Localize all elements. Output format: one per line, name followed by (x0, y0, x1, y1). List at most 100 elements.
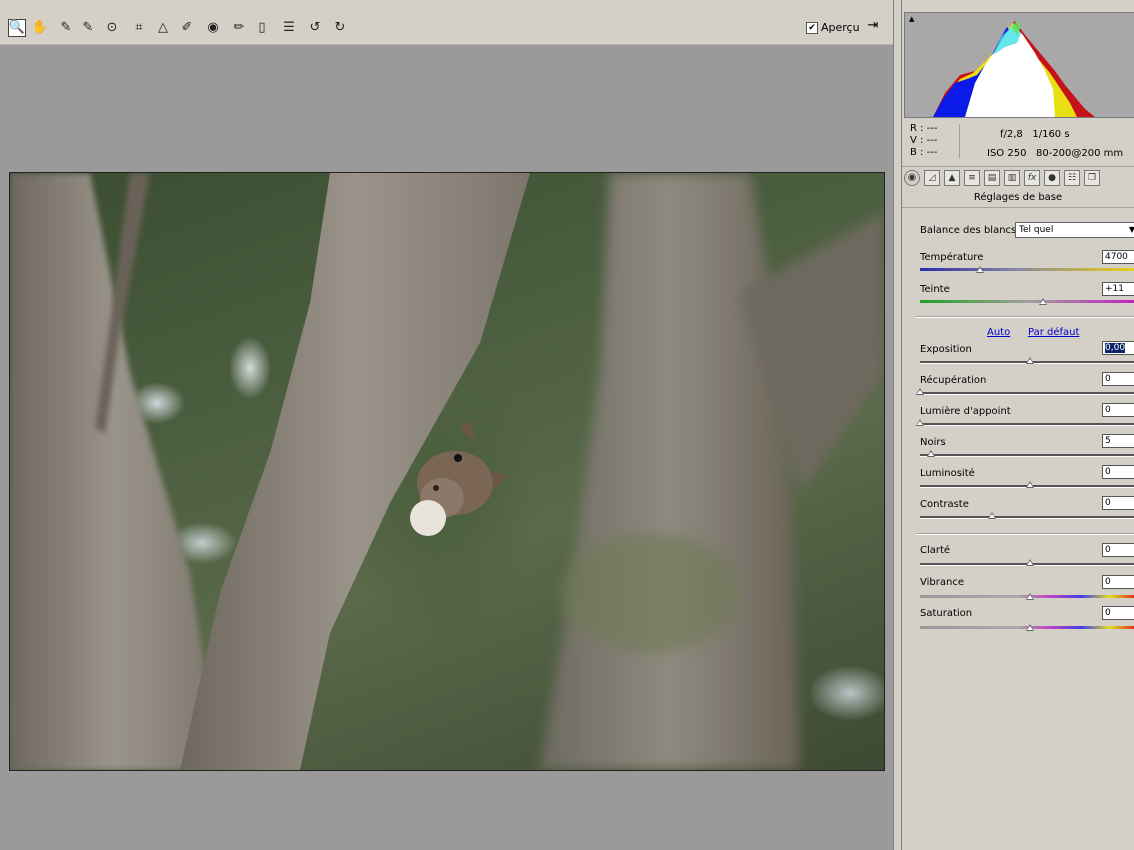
fill-light-thumb[interactable] (916, 419, 924, 426)
vibrance-label: Vibrance (920, 577, 964, 588)
blacks-slider[interactable] (920, 450, 1134, 457)
recovery-thumb[interactable] (916, 388, 924, 395)
tab-snapshots-icon[interactable]: ❐ (1084, 170, 1100, 186)
brightness-thumb[interactable] (1026, 481, 1034, 488)
iso-value: ISO 250 (987, 148, 1027, 159)
tint-thumb[interactable] (1039, 298, 1047, 305)
rotate-left-icon[interactable]: ↺ (306, 19, 324, 37)
fullscreen-icon[interactable]: ⇥ (864, 18, 882, 36)
exposure-field[interactable]: 0,00 (1102, 341, 1134, 355)
rgb-readout: R : --- V : --- B : --- (910, 123, 958, 159)
chevron-down-icon[interactable]: ▼ (1126, 222, 1134, 238)
saturation-field[interactable]: 0 (1102, 606, 1134, 620)
crop-icon[interactable]: ⌗ (130, 19, 148, 37)
readout-separator (959, 124, 960, 158)
contrast-slider[interactable] (920, 512, 1134, 519)
panel-divider[interactable] (893, 0, 902, 850)
r-readout: R : --- (910, 123, 938, 134)
b-readout: B : --- (910, 147, 938, 158)
photo-preview[interactable] (9, 172, 885, 771)
camera-info: f/2,8 1/160 s ISO 250 80-200@200 mm (974, 125, 1134, 163)
hand-icon[interactable]: ✋ (31, 19, 49, 37)
recovery-label: Récupération (920, 375, 987, 386)
lens-value: 80-200@200 mm (1035, 148, 1124, 159)
tab-hsl-icon[interactable]: ≡ (964, 170, 980, 186)
adjustment-brush-icon[interactable]: ✏ (230, 19, 248, 37)
graduated-filter-icon[interactable]: ▯ (253, 19, 271, 37)
blacks-field[interactable]: 5 (1102, 434, 1134, 448)
exposure-label: Exposition (920, 344, 972, 355)
clarity-label: Clarté (920, 545, 951, 556)
preview-label: Aperçu (821, 21, 860, 34)
histogram-graph (933, 21, 1095, 117)
tab-effects-icon[interactable]: fx (1024, 170, 1040, 186)
vibrance-slider[interactable] (920, 593, 1134, 600)
clarity-thumb[interactable] (1026, 559, 1034, 566)
contrast-label: Contraste (920, 499, 969, 510)
right-panel: ▲ R : --- V : --- B : --- f/2,8 1/160 s … (902, 0, 1134, 850)
red-eye-icon[interactable]: ◉ (204, 19, 222, 37)
wb-value: Tel quel (1019, 225, 1054, 235)
exposure-value: 0,00 (1105, 343, 1126, 353)
brightness-field[interactable]: 0 (1102, 465, 1134, 479)
aperture-value: f/2,8 (1000, 129, 1023, 140)
preview-checkbox[interactable]: ✔ (806, 22, 818, 34)
vibrance-field[interactable]: 0 (1102, 575, 1134, 589)
spot-removal-icon[interactable]: ✐ (178, 19, 196, 37)
exposure-slider[interactable] (920, 357, 1134, 364)
panel-tabs: ◉ ◿ ▲ ≡ ▤ ▥ fx ● ☷ ❐ (902, 166, 1134, 191)
toolbar: 🔍 ✋ ✎ ✎ ⊙ ⌗ △ ✐ ◉ ✏ ▯ ☰ ↺ ↻ ✔ Aperçu ⇥ (0, 0, 893, 45)
target-adjust-icon[interactable]: ⊙ (103, 19, 121, 37)
section-separator (916, 316, 1134, 318)
blacks-thumb[interactable] (927, 450, 935, 457)
tint-slider[interactable] (920, 298, 1134, 305)
brightness-slider[interactable] (920, 481, 1134, 488)
tab-presets-icon[interactable]: ☷ (1064, 170, 1080, 186)
panel-title: Réglages de base (973, 192, 1063, 203)
white-balance-select[interactable]: Tel quel ▼ (1015, 222, 1134, 238)
color-sampler-icon[interactable]: ✎ (79, 19, 97, 37)
temperature-thumb[interactable] (976, 266, 984, 273)
tint-label: Teinte (920, 284, 950, 295)
tab-camera-calibration-icon[interactable]: ● (1044, 170, 1060, 186)
clarity-field[interactable]: 0 (1102, 543, 1134, 557)
blacks-label: Noirs (920, 437, 946, 448)
rotate-right-icon[interactable]: ↻ (331, 19, 349, 37)
clarity-slider[interactable] (920, 559, 1134, 566)
brightness-label: Luminosité (920, 468, 975, 479)
tab-tone-curve-icon[interactable]: ◿ (924, 170, 940, 186)
tab-basic-icon[interactable]: ◉ (904, 170, 920, 186)
recovery-field[interactable]: 0 (1102, 372, 1134, 386)
wb-label: Balance des blancs : (920, 225, 1023, 236)
v-readout: V : --- (910, 135, 938, 146)
shutter-value: 1/160 s (1032, 129, 1070, 140)
histogram: ▲ (904, 12, 1134, 118)
section-separator (916, 533, 1134, 535)
white-balance-icon[interactable]: ✎ (57, 19, 75, 37)
temperature-field[interactable]: 4700 (1102, 250, 1134, 264)
contrast-thumb[interactable] (988, 512, 996, 519)
tab-detail-icon[interactable]: ▲ (944, 170, 960, 186)
exposure-thumb[interactable] (1026, 357, 1034, 364)
fill-light-field[interactable]: 0 (1102, 403, 1134, 417)
straighten-icon[interactable]: △ (154, 19, 172, 37)
default-link[interactable]: Par défaut (1028, 327, 1079, 338)
photo-image (10, 173, 884, 770)
saturation-thumb[interactable] (1026, 624, 1034, 631)
tint-field[interactable]: +11 (1102, 282, 1134, 296)
saturation-label: Saturation (920, 608, 973, 619)
preferences-icon[interactable]: ☰ (280, 19, 298, 37)
fill-light-slider[interactable] (916, 419, 1134, 426)
contrast-field[interactable]: 0 (1102, 496, 1134, 510)
zoom-icon[interactable]: 🔍 (8, 19, 26, 37)
vibrance-thumb[interactable] (1026, 593, 1034, 600)
auto-link[interactable]: Auto (987, 327, 1010, 338)
tab-lens-icon[interactable]: ▥ (1004, 170, 1020, 186)
title-divider (902, 207, 1134, 208)
temperature-slider[interactable] (920, 266, 1134, 273)
recovery-slider[interactable] (916, 388, 1134, 395)
temperature-label: Température (920, 252, 984, 263)
tab-split-toning-icon[interactable]: ▤ (984, 170, 1000, 186)
saturation-slider[interactable] (920, 624, 1134, 631)
fill-light-label: Lumière d'appoint (920, 406, 1011, 417)
